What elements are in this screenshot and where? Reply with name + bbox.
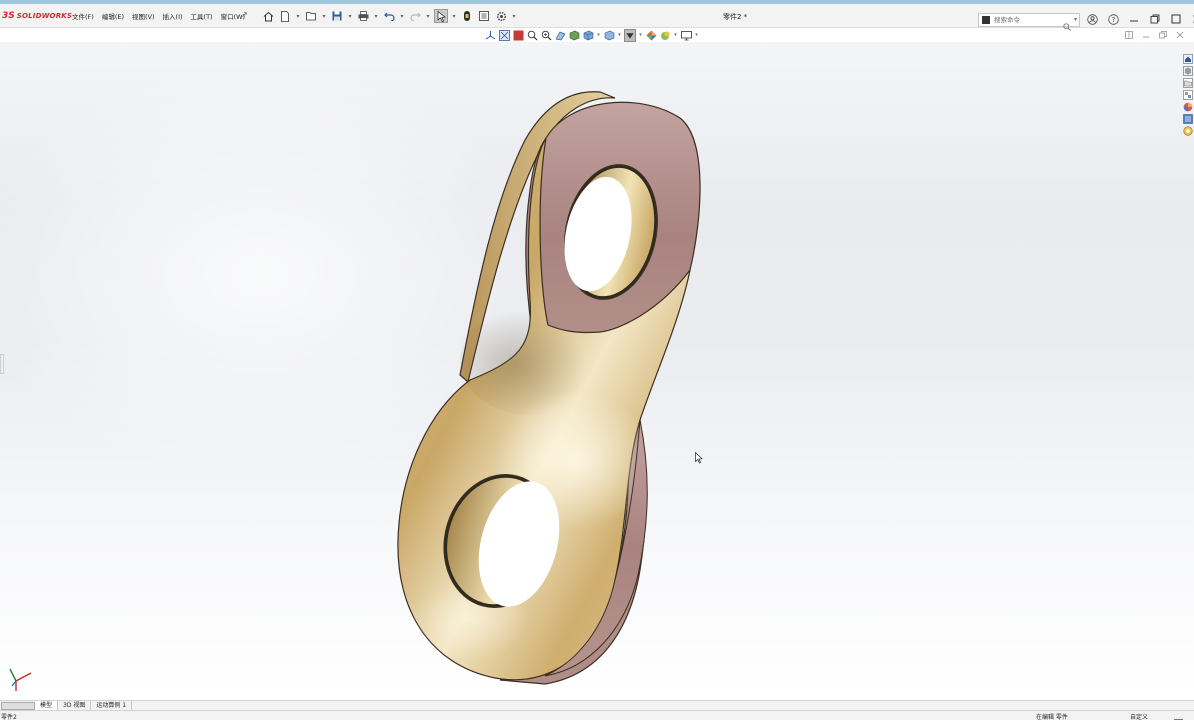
view-settings-dropdown-icon[interactable]: ▾ [694, 32, 699, 38]
custom-properties-icon[interactable] [1182, 113, 1193, 124]
svg-text:?: ? [1111, 16, 1115, 24]
open-dropdown-icon[interactable]: ▾ [321, 9, 327, 23]
view-palette-icon[interactable] [1182, 89, 1193, 100]
viewport-restore-icon[interactable] [1158, 30, 1167, 39]
menu-bar: 文件(F) 编辑(E) 视图(V) 插入(I) 工具(T) 窗口(W) [72, 11, 245, 21]
menu-view[interactable]: 视图(V) [132, 11, 155, 21]
viewport-window-controls [1124, 30, 1184, 39]
display-style-dropdown-icon[interactable]: ▾ [617, 32, 622, 38]
tab-scroll-buttons[interactable] [1, 701, 35, 710]
restore-icon[interactable] [1149, 13, 1161, 25]
search-scope-icon[interactable] [982, 16, 990, 24]
graphics-area[interactable] [0, 42, 1194, 700]
appearances-icon[interactable] [1182, 101, 1193, 112]
zoom-area-icon[interactable] [512, 29, 524, 42]
pin-menu-icon[interactable]: ↗ [241, 10, 248, 19]
section-view-icon[interactable] [554, 29, 566, 42]
previous-view-icon[interactable] [526, 29, 538, 42]
maximize-icon[interactable] [1170, 13, 1182, 25]
app-logo: 3S SOLIDWORKS [2, 10, 72, 22]
title-bar: 3S SOLIDWORKS 文件(F) 编辑(E) 视图(V) 插入(I) 工具… [0, 4, 1194, 31]
print-dropdown-icon[interactable]: ▾ [373, 9, 379, 23]
apply-scene-dropdown-icon[interactable]: ▾ [673, 32, 678, 38]
home-icon[interactable] [261, 9, 275, 23]
options-icon[interactable] [494, 9, 508, 23]
view-orientation-icon[interactable] [582, 29, 594, 42]
display-style-icon[interactable] [603, 29, 615, 42]
mouse-cursor-icon [695, 449, 703, 468]
file-properties-icon[interactable] [477, 9, 491, 23]
zoom-selection-icon[interactable] [540, 29, 552, 42]
options-dropdown-icon[interactable]: ▾ [511, 9, 517, 23]
solidworks-window: 3S SOLIDWORKS 文件(F) 编辑(E) 视图(V) 插入(I) 工具… [0, 0, 1194, 720]
undo-dropdown-icon[interactable]: ▾ [399, 9, 405, 23]
ds-logo-mark: 3S [2, 11, 15, 21]
print-icon[interactable] [356, 9, 370, 23]
open-icon[interactable] [304, 9, 318, 23]
viewport-minimize-icon[interactable] [1141, 30, 1150, 39]
view-settings-icon[interactable] [680, 29, 692, 42]
minimize-icon[interactable] [1128, 13, 1140, 25]
menu-insert[interactable]: 插入(I) [163, 11, 183, 21]
tab-model[interactable]: 模型 [35, 701, 59, 710]
3dexperience-icon[interactable] [1182, 125, 1193, 136]
edit-appearance-icon[interactable] [645, 29, 657, 42]
document-tabs-bar: 模型 3D 视图 运动算例 1 [0, 700, 1194, 710]
solidworks-resources-icon[interactable] [1182, 53, 1193, 64]
design-library-icon[interactable] [1182, 65, 1193, 76]
user-account-icon[interactable] [1086, 13, 1098, 25]
redo-dropdown-icon[interactable]: ▾ [425, 9, 431, 23]
search-dropdown-icon[interactable]: ▾ [1074, 16, 1077, 23]
status-quick-tips-icon[interactable] [1174, 712, 1183, 720]
hide-show-items-icon[interactable] [624, 28, 636, 42]
reference-triad [4, 663, 34, 693]
save-icon[interactable] [330, 9, 344, 23]
search-input[interactable] [994, 16, 1064, 24]
apply-scene-icon[interactable] [659, 29, 671, 42]
status-edit-mode: 在编辑 零件 [1036, 714, 1068, 720]
new-dropdown-icon[interactable]: ▾ [295, 9, 301, 23]
zoom-to-fit-icon[interactable] [498, 29, 510, 42]
document-title: 零件2 * [723, 13, 748, 21]
menu-edit[interactable]: 编辑(E) [102, 11, 124, 21]
solidworks-brand: SOLIDWORKS [16, 12, 73, 20]
feature-manager-collapse-handle[interactable] [0, 354, 4, 374]
new-document-icon[interactable] [278, 9, 292, 23]
units-selector[interactable]: 自定义 [1130, 712, 1148, 720]
window-controls: ? [1086, 13, 1194, 25]
view-triad-icon[interactable] [484, 29, 496, 42]
dynamic-annotation-icon[interactable] [568, 29, 580, 42]
select-dropdown-icon[interactable]: ▾ [451, 9, 457, 23]
menu-tools[interactable]: 工具(T) [191, 11, 213, 21]
redo-icon[interactable] [408, 9, 422, 23]
help-icon[interactable]: ? [1107, 13, 1119, 25]
status-bar: 零件2 在编辑 零件 自定义 [0, 710, 1194, 720]
tab-motion-study[interactable]: 运动算例 1 [91, 701, 133, 710]
select-icon[interactable] [434, 9, 448, 23]
viewport-split-icon[interactable] [1124, 30, 1133, 39]
tab-3d-views[interactable]: 3D 视图 [58, 701, 92, 710]
save-dropdown-icon[interactable]: ▾ [347, 9, 353, 23]
file-explorer-icon[interactable] [1182, 77, 1193, 88]
status-document-name: 零件2 [1, 714, 17, 720]
viewport-close-icon[interactable] [1175, 30, 1184, 39]
hide-show-dropdown-icon[interactable]: ▾ [638, 32, 643, 38]
view-orientation-dropdown-icon[interactable]: ▾ [596, 32, 601, 38]
rebuild-icon[interactable] [460, 9, 474, 23]
menu-file[interactable]: 文件(F) [72, 11, 94, 21]
search-icon[interactable] [1063, 16, 1071, 35]
sheet-metal-part-model[interactable] [0, 42, 1194, 700]
task-pane-tabs [1182, 53, 1193, 136]
command-search: ▾ [978, 13, 1080, 31]
quick-access-toolbar: ▾ ▾ ▾ ▾ ▾ ▾ ▾ ▾ [261, 9, 517, 23]
undo-icon[interactable] [382, 9, 396, 23]
heads-up-view-toolbar: ▾ ▾ ▾ ▾ ▾ [484, 28, 699, 42]
